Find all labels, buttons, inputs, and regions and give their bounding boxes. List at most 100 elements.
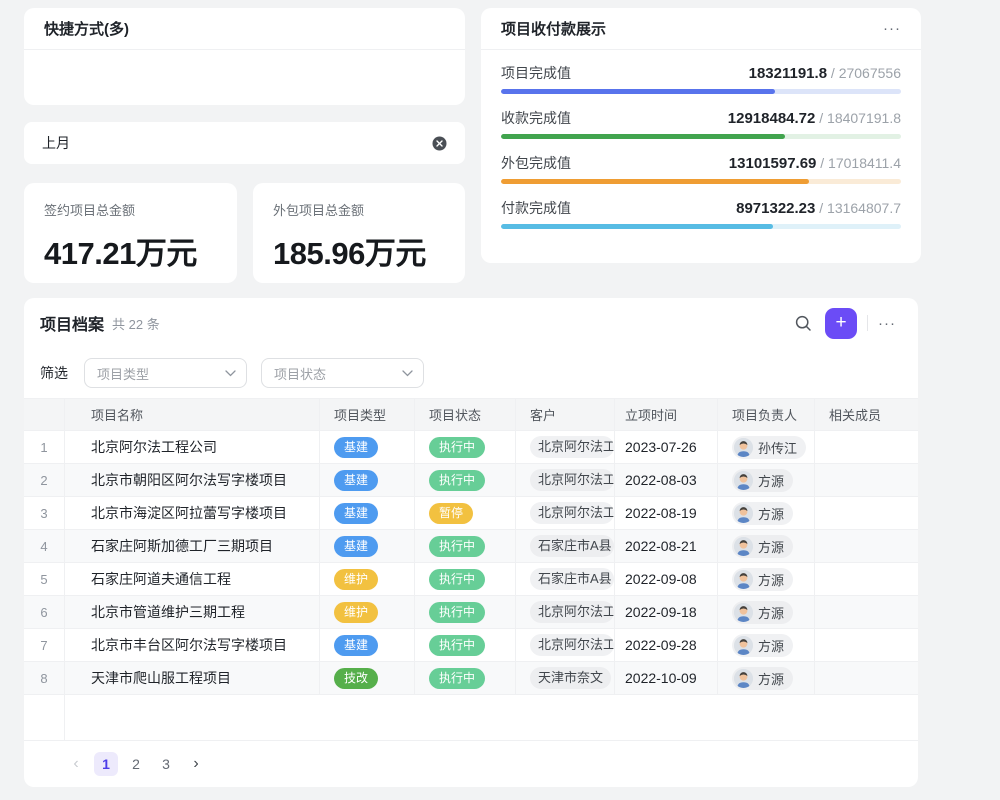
progress-fill [501,179,809,184]
col-start-date: 立项时间 [615,398,718,431]
row-number: 2 [24,464,65,497]
pagination-page-1[interactable]: 1 [94,752,118,776]
start-date-cell: 2022-09-18 [615,596,718,629]
start-date-cell: 2022-09-28 [615,629,718,662]
project-name-cell: 北京市海淀区阿拉蕾写字楼项目 [65,497,320,530]
project-name-cell: 北京市丰台区阿尔法写字楼项目 [65,629,320,662]
dashboard-page: 快捷方式(多) 上月 签约项目总金额 417.21万元 外包项目总金额 185.… [0,0,1000,800]
metric-label: 外包完成值 [501,153,571,173]
project-status-cell: 执行中 [415,662,516,695]
project-type-cell: 维护 [320,596,415,629]
members-cell [815,629,918,662]
archive-header: 项目档案 共 22 条 + ··· [24,298,918,348]
metric-current-value: 8971322.23 [736,200,815,217]
col-customer: 客户 [516,398,615,431]
metric-current-value: 18321191.8 [749,65,827,82]
pagination-next-icon[interactable]: › [184,752,208,776]
metric-total-value: / 13164807.7 [815,200,901,216]
project-name-cell: 北京市管道维护三期工程 [65,596,320,629]
progress-track [501,89,901,94]
more-icon[interactable]: ··· [883,20,901,37]
owner-pill: 方源 [732,667,793,690]
row-number: 5 [24,563,65,596]
payment-display-card: 项目收付款展示 ··· 项目完成值 18321191.8 / 27067556 … [481,8,921,263]
members-cell [815,563,918,596]
table-row[interactable]: 3 北京市海淀区阿拉蕾写字楼项目 基建 暂停 北京阿尔法工程公司 2022-08… [24,497,918,530]
metric-total-value: / 18407191.8 [815,110,901,126]
avatar [734,570,753,589]
chevron-down-icon [225,370,236,377]
owner-name: 方源 [758,570,784,589]
progress-track [501,179,901,184]
table-row[interactable]: 4 石家庄阿斯加德工厂三期项目 基建 执行中 石家庄市A县 2022-08-21… [24,530,918,563]
customer-pill: 北京阿尔法工程公司 [530,601,614,624]
row-number: 4 [24,530,65,563]
pagination-page-3[interactable]: 3 [154,752,178,776]
stat-card-outsourced-amount: 外包项目总金额 185.96万元 [253,183,465,283]
start-date-cell: 2022-08-03 [615,464,718,497]
table-row[interactable]: 2 北京市朝阳区阿尔法写字楼项目 基建 执行中 北京阿尔法工程公司 2022-0… [24,464,918,497]
project-name-cell: 天津市爬山服工程项目 [65,662,320,695]
dropdown-placeholder: 项目类型 [97,364,149,383]
col-project-type: 项目类型 [320,398,415,431]
project-type-cell: 基建 [320,629,415,662]
project-type-tag: 基建 [334,503,378,524]
start-date-cell: 2022-08-19 [615,497,718,530]
stat-value: 185.96万元 [273,228,445,273]
customer-cell: 北京阿尔法工程公司 [516,596,615,629]
owner-pill: 方源 [732,634,793,657]
table-header-row: 项目名称 项目类型 项目状态 客户 立项时间 项目负责人 相关成员 [24,398,918,431]
project-type-tag: 基建 [334,437,378,458]
project-type-tag: 技改 [334,668,378,689]
table-row[interactable]: 6 北京市管道维护三期工程 维护 执行中 北京阿尔法工程公司 2022-09-1… [24,596,918,629]
project-name-cell: 北京市朝阳区阿尔法写字楼项目 [65,464,320,497]
row-number: 3 [24,497,65,530]
filter-project-status-dropdown[interactable]: 项目状态 [261,358,424,388]
project-name-cell: 北京阿尔法工程公司 [65,431,320,464]
project-status-tag: 执行中 [429,635,485,656]
table-row[interactable]: 1 北京阿尔法工程公司 基建 执行中 北京阿尔法工程公司 2023-07-26 … [24,431,918,464]
customer-pill: 北京阿尔法工程公司 [530,502,614,525]
archive-table: 项目名称 项目类型 项目状态 客户 立项时间 项目负责人 相关成员 1 北京阿尔… [24,398,918,741]
stat-card-signed-amount: 签约项目总金额 417.21万元 [24,183,237,283]
project-archive-card: 项目档案 共 22 条 + ··· 筛选 项目类型 项目状态 [24,298,918,787]
members-cell [815,662,918,695]
payment-metric: 项目完成值 18321191.8 / 27067556 [501,63,901,94]
payment-card-header: 项目收付款展示 ··· [481,8,921,50]
search-icon[interactable] [789,309,817,337]
owner-name: 方源 [758,471,784,490]
add-record-button[interactable]: + [825,308,857,339]
avatar [734,471,753,490]
progress-track [501,134,901,139]
pagination-prev-icon[interactable]: ‹ [64,752,88,776]
owner-name: 方源 [758,504,784,523]
table-row[interactable]: 7 北京市丰台区阿尔法写字楼项目 基建 执行中 北京阿尔法工程公司 2022-0… [24,629,918,662]
stat-label: 签约项目总金额 [44,200,217,219]
customer-pill: 石家庄市A县 [530,535,614,558]
customer-cell: 北京阿尔法工程公司 [516,431,615,464]
customer-pill: 石家庄市A县 [530,568,614,591]
owner-pill: 方源 [732,502,793,525]
project-status-tag: 执行中 [429,437,485,458]
row-number: 6 [24,596,65,629]
project-status-cell: 执行中 [415,464,516,497]
avatar [734,438,753,457]
filter-project-type-dropdown[interactable]: 项目类型 [84,358,247,388]
payment-metrics: 项目完成值 18321191.8 / 27067556 收款完成值 129184… [481,50,921,229]
owner-name: 方源 [758,636,784,655]
quick-filter-value: 上月 [42,133,432,153]
clear-filter-icon[interactable] [432,136,447,151]
row-number: 7 [24,629,65,662]
owner-cell: 方源 [718,629,815,662]
metric-total-value: / 17018411.4 [816,155,901,171]
project-status-cell: 暂停 [415,497,516,530]
shortcut-card-title: 快捷方式(多) [44,18,129,39]
col-members: 相关成员 [815,398,918,431]
archive-more-icon[interactable]: ··· [878,315,896,332]
table-row[interactable]: 5 石家庄阿道夫通信工程 维护 执行中 石家庄市A县 2022-09-08 方源 [24,563,918,596]
quick-filter-card[interactable]: 上月 [24,122,465,164]
stat-value: 417.21万元 [44,228,217,273]
table-row[interactable]: 8 天津市爬山服工程项目 技改 执行中 天津市奈文 2022-10-09 方源 [24,662,918,695]
metric-current-value: 12918484.72 [728,110,816,127]
pagination-page-2[interactable]: 2 [124,752,148,776]
